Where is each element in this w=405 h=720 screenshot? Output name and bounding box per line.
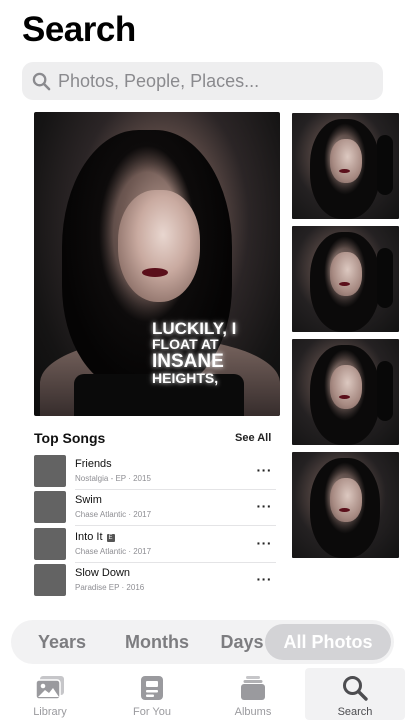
album-artwork (34, 564, 66, 596)
for-you-icon (141, 676, 163, 700)
thumb-lips (339, 282, 350, 286)
top-songs-heading: Top Songs (34, 430, 106, 446)
more-options-icon[interactable]: ··· (257, 462, 273, 478)
lyric-line: HEIGHTS, (152, 369, 219, 386)
row-divider (75, 562, 276, 563)
photo-thumbnail-2[interactable] (292, 226, 399, 332)
photo-thumbnail-4[interactable] (292, 452, 399, 558)
row-divider (75, 489, 276, 490)
thumb-face (330, 478, 362, 522)
thumb-face (330, 252, 362, 296)
tab-label: Library (33, 706, 67, 718)
segment-years[interactable]: Years (17, 620, 107, 664)
thumb-guitar (377, 248, 393, 308)
more-options-icon[interactable]: ··· (257, 571, 273, 587)
photo-library-icon (35, 676, 64, 700)
see-all-link[interactable]: See All (235, 432, 271, 444)
song-meta: Chase Atlantic · 2017 (75, 547, 152, 556)
segment-all-photos[interactable]: All Photos (265, 624, 391, 660)
tab-search[interactable]: Search (305, 668, 405, 720)
song-row[interactable]: Into It E Chase Atlantic · 2017 ··· (34, 528, 276, 563)
lyrics-overlay: LUCKILY, I FLOAT AT INSANE HEIGHTS, (152, 319, 272, 386)
more-options-icon[interactable]: ··· (257, 498, 273, 514)
thumb-lips (339, 508, 350, 512)
song-title: Into It E (75, 531, 115, 543)
album-artwork (34, 455, 66, 487)
row-divider (75, 525, 276, 526)
lyric-line: INSANE (152, 350, 224, 372)
photo-thumbnail-1[interactable] (292, 113, 399, 219)
tab-label: Search (337, 706, 373, 718)
song-title: Slow Down (75, 567, 131, 579)
thumb-face (330, 139, 362, 183)
tab-library[interactable]: Library (0, 668, 100, 720)
more-options-icon[interactable]: ··· (257, 535, 273, 551)
tab-bar: Library For You Albums Search (0, 668, 405, 720)
tab-label: For You (133, 706, 171, 718)
photo-lips (142, 268, 168, 277)
song-title-text: Into It (75, 531, 103, 543)
explicit-badge: E (106, 534, 115, 542)
search-icon (343, 676, 368, 701)
thumb-guitar (377, 135, 393, 195)
segment-months[interactable]: Months (107, 620, 207, 664)
photo-thumbnail-3[interactable] (292, 339, 399, 445)
thumb-lips (339, 169, 350, 173)
song-row[interactable]: Friends Nostalgia - EP · 2015 ··· (34, 455, 276, 490)
song-row[interactable]: Swim Chase Atlantic · 2017 ··· (34, 491, 276, 526)
album-artwork (34, 491, 66, 523)
lyric-line: FLOAT AT (152, 336, 219, 353)
tab-albums[interactable]: Albums (203, 668, 303, 720)
song-title: Friends (75, 458, 112, 470)
search-icon (32, 72, 51, 90)
search-placeholder: Photos, People, Places... (58, 70, 260, 91)
song-meta: Chase Atlantic · 2017 (75, 510, 152, 519)
album-artwork (34, 528, 66, 560)
tab-label: Albums (234, 706, 272, 718)
song-row[interactable]: Slow Down Paradise EP · 2016 ··· (34, 564, 276, 596)
thumb-guitar (377, 361, 393, 421)
lyric-line: LUCKILY, I (152, 319, 237, 338)
view-segmented-control: Years Months Days All Photos (11, 620, 394, 664)
search-input[interactable]: Photos, People, Places... (22, 62, 383, 100)
photo-face (118, 190, 200, 302)
tab-for-you[interactable]: For You (102, 668, 202, 720)
thumb-lips (339, 395, 350, 399)
thumb-face (330, 365, 362, 409)
song-meta: Nostalgia - EP · 2015 (75, 474, 151, 483)
song-title: Swim (75, 494, 102, 506)
albums-stack-icon (241, 676, 265, 700)
song-meta: Paradise EP · 2016 (75, 583, 145, 592)
featured-photo[interactable]: LUCKILY, I FLOAT AT INSANE HEIGHTS, (34, 112, 280, 416)
page-title: Search (22, 10, 136, 49)
